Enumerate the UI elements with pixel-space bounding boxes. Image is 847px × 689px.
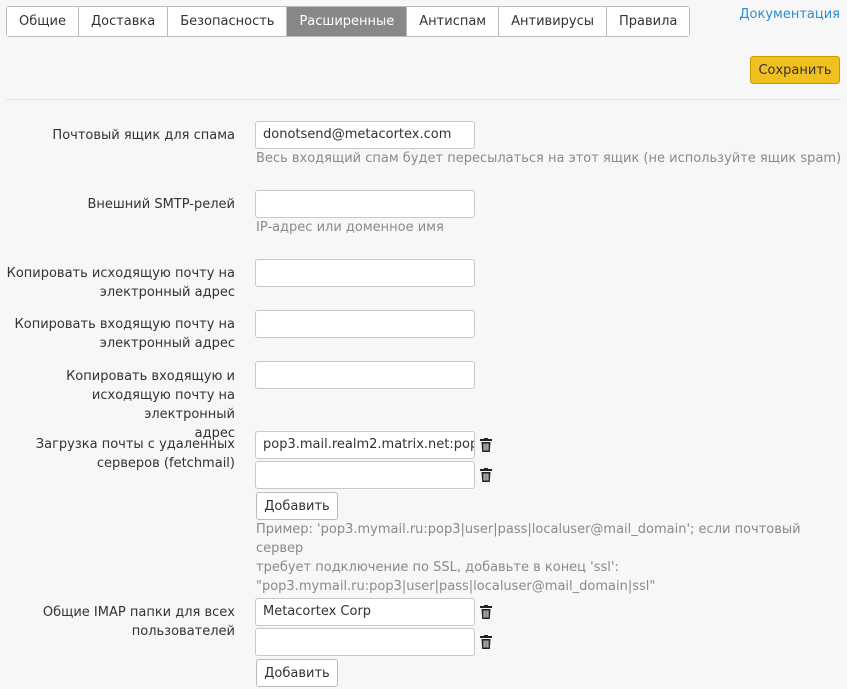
copy-both-label-line2: исходящую почту на электронный [91,388,235,422]
copy-outgoing-label: Копировать исходящую почту на электронны… [7,264,235,302]
tab-general[interactable]: Общие [7,7,79,36]
smtp-relay-hint: IP-адрес или доменное имя [256,220,444,235]
trash-icon[interactable] [480,635,492,649]
settings-tabs: Общие Доставка Безопасность Расширенные … [6,6,691,37]
smtp-relay-label: Внешний SMTP-релей [87,197,235,212]
imap-folders-label-line1: Общие IMAP папки для всех [42,605,235,620]
fetchmail-add-button[interactable]: Добавить [256,492,338,520]
tab-antispam[interactable]: Антиспам [407,7,500,36]
smtp-relay-input[interactable] [255,190,475,218]
fetchmail-hint-line2: требует подключение по SSL, добавьте в к… [256,560,619,575]
copy-incoming-input[interactable] [255,310,475,338]
imap-folders-add-button[interactable]: Добавить [256,659,338,687]
fetchmail-label: Загрузка почты с удаленных серверов (fet… [36,435,235,473]
copy-outgoing-label-line1: Копировать исходящую почту на [6,266,235,281]
save-button[interactable]: Сохранить [750,56,840,84]
tab-delivery[interactable]: Доставка [78,7,169,36]
fetchmail-hint-line1: Пример: 'pop3.mymail.ru:pop3|user|pass|l… [256,522,801,556]
fetchmail-input-2[interactable] [255,461,475,489]
trash-icon[interactable] [480,438,492,452]
copy-incoming-label-line2: электронный адрес [99,336,235,351]
spam-mailbox-input[interactable]: donotsend@metacortex.com [255,121,475,149]
trash-icon[interactable] [480,605,492,619]
copy-outgoing-label-line2: электронный адрес [99,285,235,300]
imap-folders-label: Общие IMAP папки для всех пользователей [43,603,235,641]
tab-advanced[interactable]: Расширенные [287,7,408,36]
copy-both-input[interactable] [255,361,475,389]
copy-outgoing-input[interactable] [255,259,475,287]
fetchmail-hint-line3: "pop3.mymail.ru:pop3|user|pass|localuser… [256,579,656,594]
fetchmail-label-line2: серверов (fetchmail) [96,456,235,471]
fetchmail-input-1[interactable]: pop3.mail.realm2.matrix.net:pop3| [255,431,475,459]
imap-folders-label-line2: пользователей [131,624,235,639]
fetchmail-label-line1: Загрузка почты с удаленных [35,437,235,452]
documentation-link[interactable]: Документация [739,7,840,22]
copy-incoming-label: Копировать входящую почту на электронный… [15,315,235,353]
imap-folder-input-2[interactable] [255,628,475,656]
copy-both-label: Копировать входящую и исходящую почту на… [0,367,235,443]
tab-security[interactable]: Безопасность [168,7,288,36]
imap-folder-input-1[interactable]: Metacortex Corp [255,598,475,626]
divider [6,99,841,100]
copy-incoming-label-line1: Копировать входящую почту на [14,317,235,332]
tab-antivirus[interactable]: Антивирусы [499,7,608,36]
spam-mailbox-hint: Весь входящий спам будет пересылаться на… [256,151,842,166]
trash-icon[interactable] [480,468,492,482]
spam-mailbox-label: Почтовый ящик для спама [52,128,235,143]
copy-both-label-line1: Копировать входящую и [66,369,235,384]
tab-rules[interactable]: Правила [607,7,690,36]
fetchmail-hint: Пример: 'pop3.mymail.ru:pop3|user|pass|l… [256,520,847,596]
